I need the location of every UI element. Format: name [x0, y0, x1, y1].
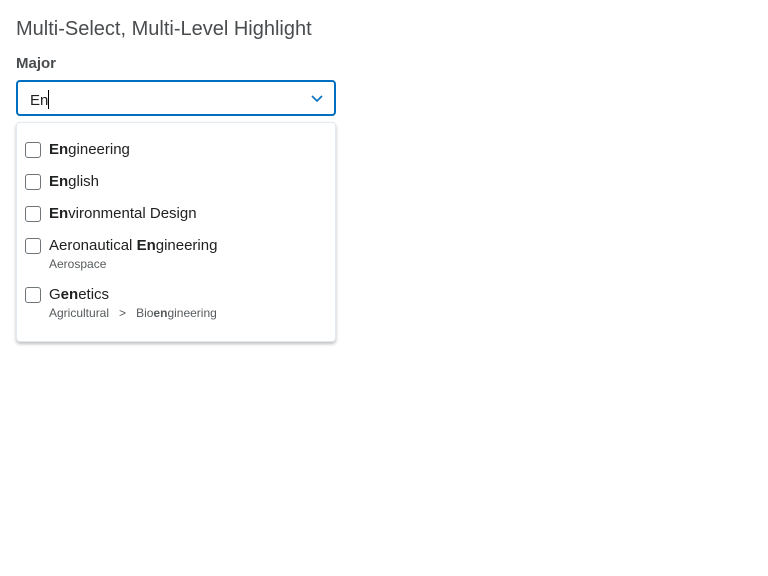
option-label: English [49, 173, 100, 190]
checkbox[interactable] [25, 238, 41, 254]
input-value[interactable]: En [30, 90, 50, 109]
option-label: Genetics [49, 286, 110, 303]
major-label: Major [16, 55, 57, 72]
options-dropdown: Engineering English Environmental Design… [16, 122, 336, 342]
checkbox[interactable] [25, 206, 41, 222]
checkbox[interactable] [25, 142, 41, 158]
option-parent-path: Agricultural > Bioengineering [49, 306, 217, 320]
input-text: En [30, 92, 49, 109]
option-english[interactable]: English [17, 171, 335, 199]
page-title: Multi-Select, Multi-Level Highlight [16, 18, 312, 40]
option-environmental-design[interactable]: Environmental Design [17, 203, 335, 231]
text-caret [48, 90, 50, 109]
option-label: Aeronautical Engineering [49, 237, 218, 254]
checkbox[interactable] [25, 174, 41, 190]
option-aeronautical-engineering[interactable]: Aeronautical Engineering Aerospace [17, 235, 335, 279]
option-engineering[interactable]: Engineering [17, 139, 335, 167]
option-label: Environmental Design [49, 205, 197, 222]
chevron-down-icon[interactable] [310, 91, 324, 105]
major-combobox-input[interactable]: En [16, 80, 336, 116]
option-genetics[interactable]: Genetics Agricultural > Bioengineering [17, 284, 335, 328]
option-label: Engineering [49, 141, 130, 158]
checkbox[interactable] [25, 287, 41, 303]
option-parent-path: Aerospace [49, 257, 107, 271]
